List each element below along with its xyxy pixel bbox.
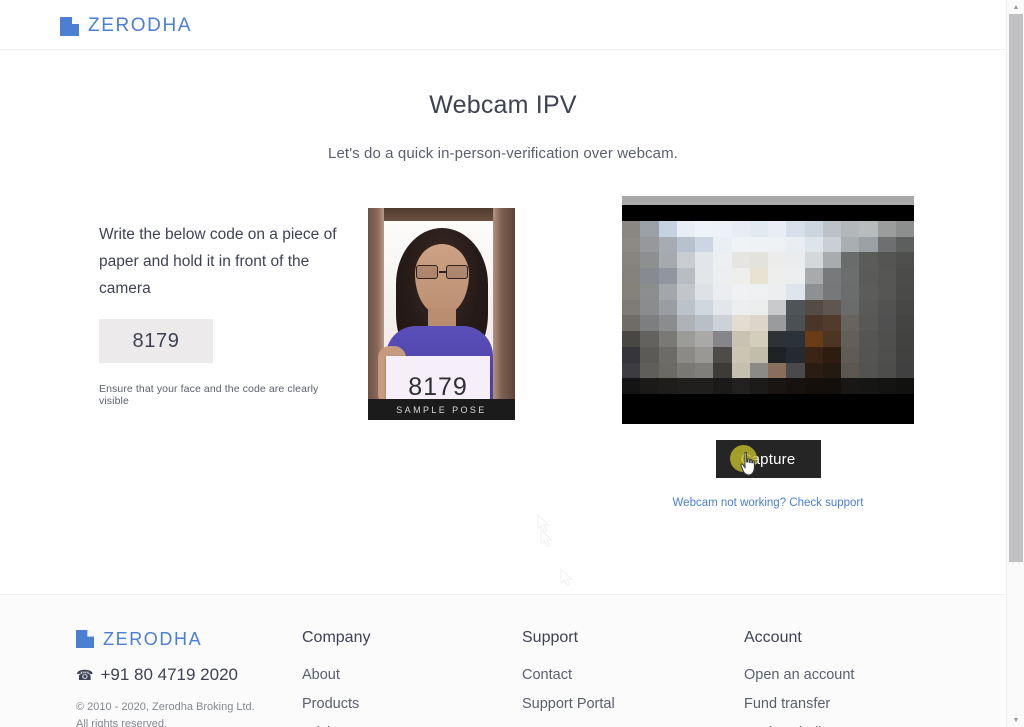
- webcam-letterbox-top: [622, 205, 914, 221]
- scroll-up-button[interactable]: ▲: [1007, 0, 1024, 14]
- page-title: Webcam IPV: [429, 91, 577, 119]
- webcam-support-link[interactable]: Webcam not working? Check support: [673, 497, 864, 509]
- footer-link-fund-transfer[interactable]: Fund transfer: [744, 696, 944, 712]
- sample-pose-frame-right: [493, 208, 515, 420]
- sample-pose-glasses-icon: [415, 265, 469, 279]
- footer-phone[interactable]: ☎ +91 80 4719 2020: [76, 665, 286, 685]
- capture-row: Capture: [622, 440, 914, 478]
- webcam-feed-topbar: [622, 196, 914, 205]
- footer-column-company: Company About Products Pricing: [302, 629, 452, 727]
- footer-heading-company: Company: [302, 629, 371, 646]
- site-footer: ZERODHA ☎ +91 80 4719 2020 © 2010 - 2020…: [0, 594, 1006, 727]
- instructions-text: Write the below code on a piece of paper…: [99, 226, 337, 297]
- footer-phone-number: +91 80 4719 2020: [100, 665, 239, 684]
- zerodha-kite-logo-icon: [76, 630, 95, 649]
- webcam-letterbox-bottom: [622, 394, 914, 424]
- header-logo-text: ZERODHA: [88, 15, 193, 36]
- instructions-hint: Ensure that your face and the code are c…: [99, 383, 319, 407]
- verification-code-box: 8179: [99, 319, 213, 363]
- footer-link-products[interactable]: Products: [302, 696, 452, 712]
- footer-link-open-an-account[interactable]: Open an account: [744, 667, 944, 683]
- cursor-ghost-icon: [560, 567, 574, 587]
- page-viewport: ZERODHA Webcam IPV Let's do a quick in-p…: [0, 0, 1006, 727]
- page-subtitle: Let's do a quick in-person-verification …: [328, 145, 678, 162]
- footer-copyright-line1: © 2010 - 2020, Zerodha Broking Ltd.: [76, 701, 255, 713]
- footer-column-support: Support Contact Support Portal Z-Connect: [522, 629, 702, 727]
- instructions-panel: Write the below code on a piece of paper…: [99, 221, 349, 407]
- scrollbar-thumb[interactable]: [1009, 14, 1023, 562]
- capture-button[interactable]: Capture: [715, 440, 821, 478]
- page-scrollbar[interactable]: ▲ ▼: [1006, 0, 1024, 727]
- sample-pose-image: 8179 SAMPLE POSE: [368, 208, 515, 420]
- footer-logo-text: ZERODHA: [103, 629, 203, 649]
- verification-code-value: 8179: [132, 329, 180, 352]
- sample-pose-card-code: 8179: [408, 372, 468, 401]
- footer-copyright: © 2010 - 2020, Zerodha Broking Ltd. All …: [76, 699, 286, 727]
- scroll-down-button[interactable]: ▼: [1007, 713, 1024, 727]
- footer-heading-support: Support: [522, 629, 579, 646]
- footer-link-about[interactable]: About: [302, 667, 452, 683]
- phone-icon: ☎: [76, 666, 94, 683]
- main-content: Webcam IPV Let's do a quick in-person-ve…: [0, 50, 1006, 663]
- webcam-panel: Capture Webcam not working? Check suppor…: [622, 196, 914, 509]
- footer-heading-account: Account: [744, 629, 802, 646]
- site-header: ZERODHA: [0, 0, 1006, 50]
- cursor-ghost-icon: [540, 528, 554, 548]
- footer-logo-link[interactable]: ZERODHA: [76, 629, 286, 650]
- cursor-ghost-icon: [537, 513, 551, 533]
- webcam-help-row: Webcam not working? Check support: [622, 497, 914, 509]
- footer-column-account: Account Open an account Fund transfer 60…: [744, 629, 944, 727]
- footer-link-support-portal[interactable]: Support Portal: [522, 696, 702, 712]
- footer-link-contact[interactable]: Contact: [522, 667, 702, 683]
- sample-pose-caption: SAMPLE POSE: [368, 399, 515, 420]
- webcam-feed-pixels: [622, 221, 914, 394]
- capture-button-label: Capture: [740, 450, 796, 468]
- sample-pose-face: [415, 244, 469, 314]
- footer-copyright-line2: All rights reserved.: [76, 718, 168, 727]
- footer-brand-column: ZERODHA ☎ +91 80 4719 2020 © 2010 - 2020…: [76, 629, 286, 727]
- header-logo-link[interactable]: ZERODHA: [60, 15, 192, 37]
- zerodha-kite-logo-icon: [60, 16, 79, 36]
- webcam-video-feed[interactable]: [622, 196, 914, 424]
- footer-inner: ZERODHA ☎ +91 80 4719 2020 © 2010 - 2020…: [0, 595, 1006, 727]
- ipv-grid: Write the below code on a piece of paper…: [0, 196, 1006, 663]
- browser-page: ZERODHA Webcam IPV Let's do a quick in-p…: [0, 0, 1024, 727]
